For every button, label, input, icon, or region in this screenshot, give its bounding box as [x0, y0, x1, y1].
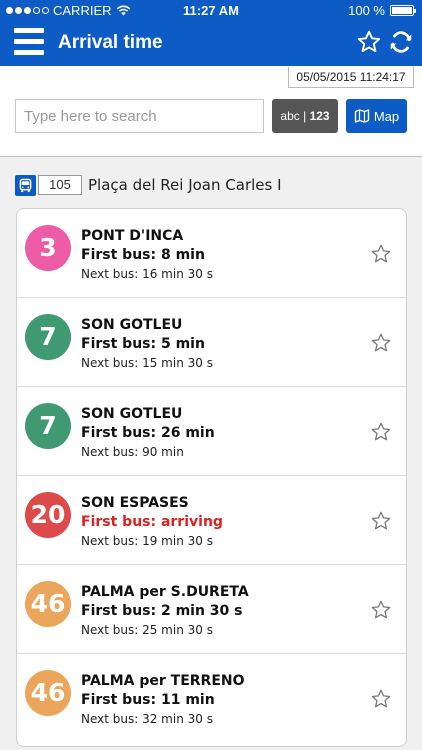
next-bus-time: Next bus: 90 min — [81, 445, 184, 459]
line-destination: PALMA per TERRENO — [81, 673, 245, 689]
next-bus-time: Next bus: 32 min 30 s — [81, 712, 213, 726]
list-item[interactable]: 7 SON GOTLEU First bus: 5 min Next bus: … — [17, 298, 406, 387]
stop-name: Plaça del Rei Joan Carles I — [88, 176, 282, 194]
first-bus-time: First bus: 26 min — [81, 425, 215, 441]
star-outline-icon[interactable] — [370, 332, 392, 354]
line-destination: PONT D'INCA — [81, 228, 184, 244]
star-outline-icon[interactable] — [370, 599, 392, 621]
line-badge: 46 — [25, 670, 71, 716]
map-button-label: Map — [373, 108, 400, 124]
first-bus-time: First bus: arriving — [81, 514, 223, 530]
list-item[interactable]: 3 PONT D'INCA First bus: 8 min Next bus:… — [17, 209, 406, 298]
line-badge: 7 — [25, 403, 71, 449]
stop-header: 105 Plaça del Rei Joan Carles I — [15, 174, 282, 196]
line-destination: SON ESPASES — [81, 495, 189, 511]
map-button[interactable]: Map — [346, 99, 407, 133]
list-item[interactable]: 7 SON GOTLEU First bus: 26 min Next bus:… — [17, 387, 406, 476]
first-bus-time: First bus: 8 min — [81, 247, 205, 263]
last-update-timestamp: 05/05/2015 11:24:17 — [288, 67, 414, 88]
stop-code: 105 — [38, 175, 82, 195]
nav-bar: Arrival time — [0, 20, 422, 66]
keyboard-toggle-123: 123 — [309, 109, 330, 123]
star-outline-icon[interactable] — [370, 421, 392, 443]
line-badge: 46 — [25, 581, 71, 627]
star-outline-icon[interactable] — [370, 510, 392, 532]
line-destination: SON GOTLEU — [81, 406, 183, 422]
star-outline-icon[interactable] — [370, 243, 392, 265]
line-badge: 3 — [25, 225, 71, 271]
line-destination: PALMA per S.DURETA — [81, 584, 249, 600]
hamburger-menu-icon[interactable] — [14, 28, 44, 56]
status-bar: CARRIER 11:27 AM 100 % — [0, 0, 422, 20]
map-icon — [354, 109, 370, 123]
first-bus-time: First bus: 11 min — [81, 692, 215, 708]
battery-status: 100 % — [348, 3, 416, 18]
next-bus-time: Next bus: 25 min 30 s — [81, 623, 213, 637]
next-bus-time: Next bus: 16 min 30 s — [81, 267, 213, 281]
keyboard-toggle-separator: | — [303, 109, 307, 123]
list-item[interactable]: 46 PALMA per S.DURETA First bus: 2 min 3… — [17, 565, 406, 654]
refresh-icon[interactable] — [388, 29, 414, 55]
star-outline-icon[interactable] — [370, 688, 392, 710]
bus-icon — [15, 174, 36, 196]
battery-icon — [390, 5, 416, 16]
search-input[interactable] — [15, 99, 264, 133]
first-bus-time: First bus: 5 min — [81, 336, 205, 352]
next-bus-time: Next bus: 19 min 30 s — [81, 534, 213, 548]
arrivals-list: 3 PONT D'INCA First bus: 8 min Next bus:… — [16, 208, 407, 747]
list-item[interactable]: 46 PALMA per TERRENO First bus: 11 min N… — [17, 654, 406, 743]
first-bus-time: First bus: 2 min 30 s — [81, 603, 243, 619]
keyboard-toggle-abc: abc — [280, 109, 300, 123]
line-badge: 7 — [25, 314, 71, 360]
line-badge: 20 — [25, 492, 71, 538]
line-destination: SON GOTLEU — [81, 317, 183, 333]
battery-percent: 100 % — [348, 3, 385, 18]
keyboard-toggle-button[interactable]: abc | 123 — [272, 99, 338, 133]
next-bus-time: Next bus: 15 min 30 s — [81, 356, 213, 370]
star-outline-icon[interactable] — [356, 29, 382, 55]
list-item[interactable]: 20 SON ESPASES First bus: arriving Next … — [17, 476, 406, 565]
page-title: Arrival time — [58, 32, 163, 53]
